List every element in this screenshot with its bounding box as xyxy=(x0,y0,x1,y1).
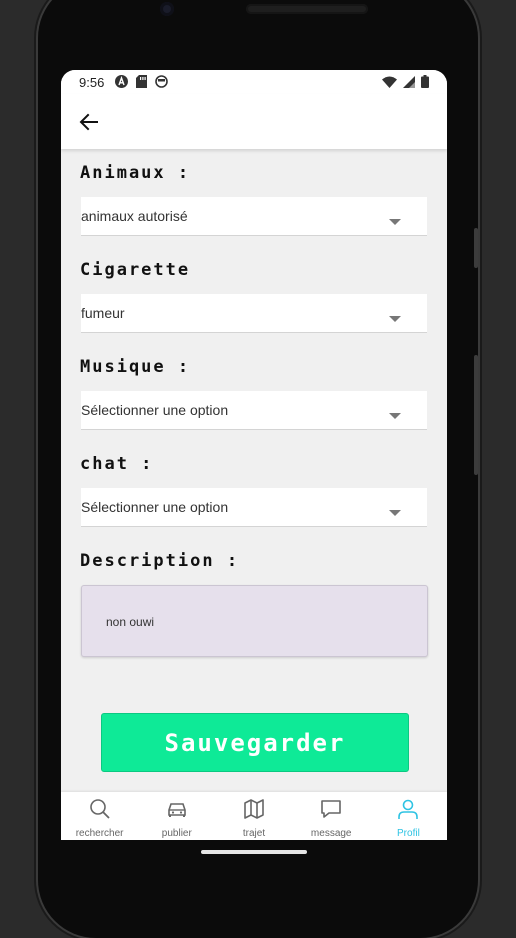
search-icon xyxy=(89,799,110,819)
person-icon xyxy=(398,799,419,819)
chat-select-value: Sélectionner une option xyxy=(81,499,229,515)
app-screen: 9:56 Animaux: animaux autorisé Cigarett… xyxy=(61,70,447,840)
car-icon xyxy=(167,803,186,817)
wifi-icon xyxy=(382,76,397,88)
musique-label: Musique : xyxy=(80,357,191,377)
battery-icon xyxy=(421,75,429,88)
nav-label: rechercher xyxy=(75,828,124,839)
nav-label: publier xyxy=(161,828,192,839)
chevron-down-icon xyxy=(389,219,401,225)
sd-card-icon xyxy=(136,75,147,88)
status-system-icons xyxy=(382,75,429,88)
musique-select-value: Sélectionner une option xyxy=(81,402,229,418)
description-value: non ouwi xyxy=(106,615,155,629)
face-icon xyxy=(155,75,168,88)
power-button xyxy=(474,355,478,475)
nav-item-profil[interactable]: Profil xyxy=(370,792,447,840)
a-circle-icon xyxy=(115,75,128,88)
chevron-down-icon xyxy=(389,510,401,516)
device-canvas: 9:56 Animaux: animaux autorisé Cigarett… xyxy=(0,0,516,938)
animaux-select[interactable]: animaux autorisé xyxy=(81,197,427,236)
signal-icon xyxy=(403,75,415,88)
status-notification-icons xyxy=(115,75,168,88)
save-button[interactable]: Sauvegarder xyxy=(101,713,409,772)
description-textarea[interactable]: non ouwi xyxy=(81,585,428,657)
nav-label: message xyxy=(310,828,352,839)
description-label: Description : xyxy=(80,551,240,571)
save-button-label: Sauvegarder xyxy=(164,728,346,757)
arrow-left-icon[interactable] xyxy=(77,110,101,134)
app-bar xyxy=(61,94,447,149)
home-indicator[interactable] xyxy=(201,850,307,854)
cigarette-label: Cigarette xyxy=(80,260,191,280)
cigarette-select[interactable]: fumeur xyxy=(81,294,427,333)
nav-item-rechercher[interactable]: rechercher xyxy=(61,792,138,840)
status-bar: 9:56 xyxy=(61,70,447,94)
chat-label: chat : xyxy=(80,454,154,474)
nav-item-trajet[interactable]: trajet xyxy=(215,792,292,840)
nav-item-message[interactable]: message xyxy=(293,792,370,840)
nav-item-publier[interactable]: publier xyxy=(138,792,215,840)
chat-bubble-icon xyxy=(321,800,342,818)
nav-label: Profil xyxy=(397,828,420,839)
cigarette-select-value: fumeur xyxy=(81,305,125,321)
chevron-down-icon xyxy=(389,316,401,322)
map-icon xyxy=(244,799,264,819)
front-camera xyxy=(160,2,174,16)
volume-button xyxy=(474,228,478,268)
animaux-label: Animaux : xyxy=(80,163,191,183)
bottom-nav: rechercher publier trajet message Profil xyxy=(61,792,447,840)
chevron-down-icon xyxy=(389,413,401,419)
chat-select[interactable]: Sélectionner une option xyxy=(81,488,427,527)
nav-label: trajet xyxy=(242,828,266,839)
animaux-select-value: animaux autorisé xyxy=(81,208,188,224)
earpiece-speaker xyxy=(246,4,368,14)
status-time: 9:56 xyxy=(79,75,105,90)
musique-select[interactable]: Sélectionner une option xyxy=(81,391,427,430)
